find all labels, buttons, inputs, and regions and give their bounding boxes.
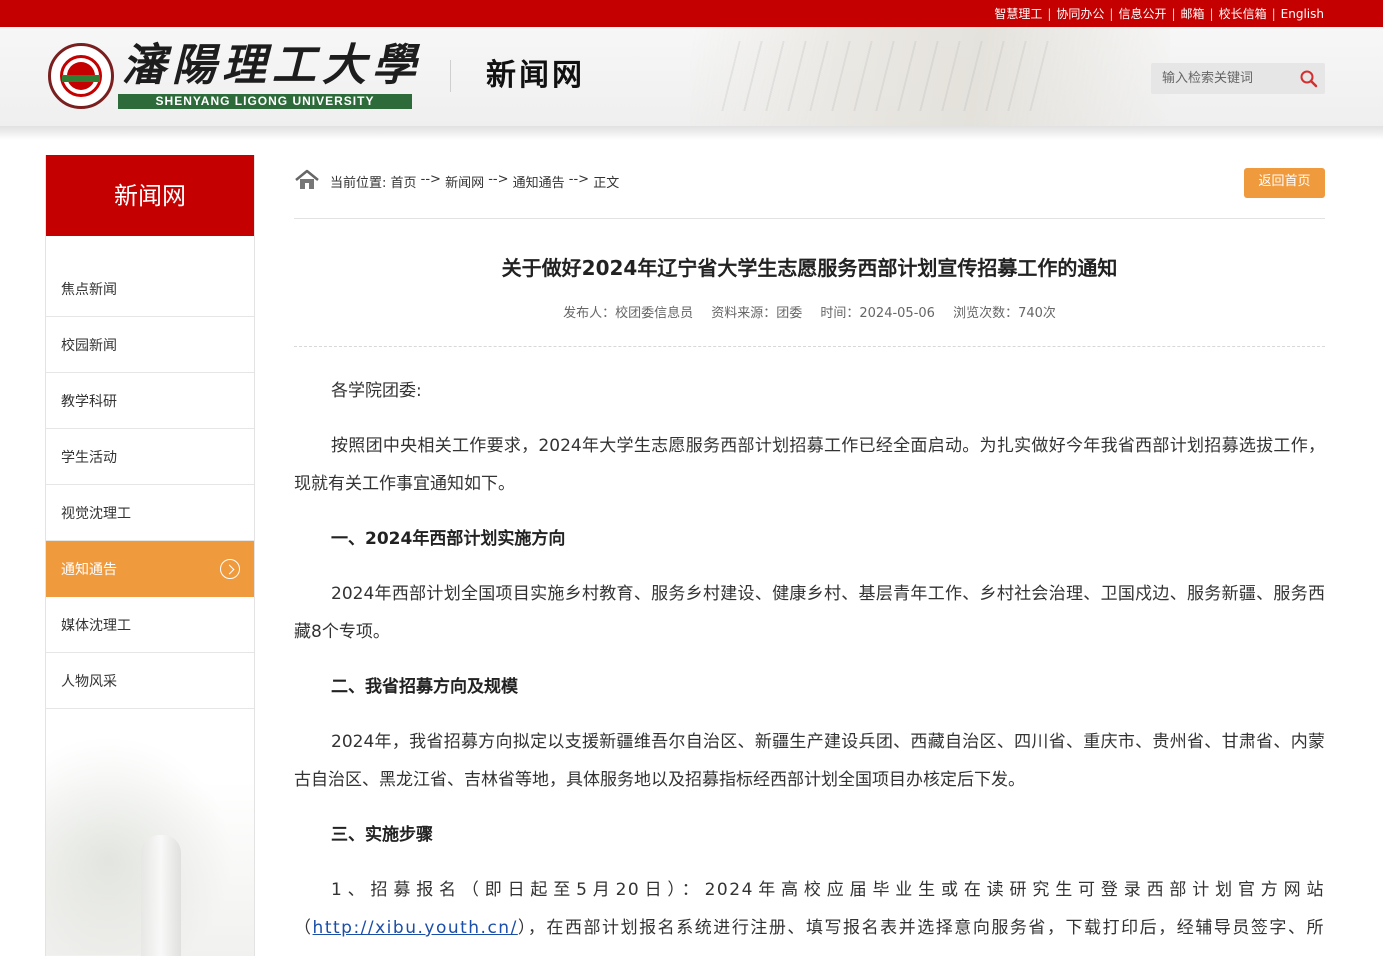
top-link-president-mailbox[interactable]: 校长信箱: [1219, 5, 1267, 22]
top-links: 智慧理工 | 协同办公 | 信息公开 | 邮箱 | 校长信箱 | English: [994, 0, 1324, 27]
sidebar-item-label: 人物风采: [61, 673, 117, 690]
top-link-info[interactable]: 信息公开: [1118, 5, 1166, 22]
sidebar-item-label: 视觉沈理工: [61, 505, 131, 522]
article-paragraph: 2024年西部计划全国项目实施乡村教育、服务乡村建设、健康乡村、基层青年工作、乡…: [294, 584, 1325, 642]
sidebar-item-label: 媒体沈理工: [61, 617, 131, 634]
top-link-separator: |: [1209, 6, 1214, 21]
article-source: 资料来源：团委: [711, 306, 803, 321]
article-salutation: 各学院团委:: [331, 381, 422, 401]
rocket-decor-image: [141, 835, 181, 956]
sidebar-item-label: 通知通告: [61, 561, 117, 578]
site-name[interactable]: 新闻网: [486, 56, 585, 96]
breadcrumb: 当前位置: 首页 --> 新闻网 --> 通知通告 --> 正文: [330, 172, 619, 191]
search-box: [1151, 63, 1325, 94]
sidebar-item-campus-news[interactable]: 校园新闻: [46, 317, 254, 373]
article-heading: 二、我省招募方向及规模: [331, 677, 518, 697]
article-heading: 三、实施步骤: [331, 825, 433, 845]
university-name-cn[interactable]: 瀋陽理工大學: [122, 40, 422, 92]
sidebar-item-people[interactable]: 人物风采: [46, 653, 254, 709]
back-home-button[interactable]: 返回首页: [1244, 168, 1325, 198]
article-paragraph: 2024年，我省招募方向拟定以支援新疆维吾尔自治区、新疆生产建设兵团、西藏自治区…: [294, 732, 1325, 790]
university-name-en[interactable]: SHENYANG LIGONG UNIVERSITY: [118, 94, 412, 109]
top-link-separator: |: [1171, 6, 1176, 21]
breadcrumb-separator: -->: [564, 172, 594, 187]
article-time: 时间：2024-05-06: [820, 306, 935, 321]
sidebar: 新闻网 焦点新闻 校园新闻 教学科研 学生活动 视觉沈理工 通知通告 媒体沈理工…: [45, 155, 255, 956]
article-publisher: 发布人：校团委信息员: [563, 306, 694, 321]
top-link-separator: |: [1047, 6, 1052, 21]
article-body: 各学院团委: 按照团中央相关工作要求，2024年大学生志愿服务西部计划招募工作已…: [294, 372, 1325, 956]
sidebar-item-label: 教学科研: [61, 393, 117, 410]
home-icon: [295, 169, 319, 189]
breadcrumb-home[interactable]: 首页: [391, 172, 417, 191]
article-title: 关于做好2024年辽宁省大学生志愿服务西部计划宣传招募工作的通知: [501, 256, 1118, 280]
university-emblem-icon[interactable]: [48, 43, 114, 109]
top-link-english[interactable]: English: [1281, 7, 1324, 21]
sidebar-item-focus-news[interactable]: 焦点新闻: [46, 261, 254, 317]
header-background-book: [690, 27, 1170, 126]
article-heading: 一、2024年西部计划实施方向: [331, 529, 566, 549]
top-bar: 智慧理工 | 协同办公 | 信息公开 | 邮箱 | 校长信箱 | English: [0, 0, 1383, 27]
breadcrumb-current: 正文: [593, 176, 620, 191]
breadcrumb-notices[interactable]: 通知通告: [513, 172, 565, 191]
breadcrumb-separator: -->: [484, 172, 513, 187]
search-input[interactable]: [1151, 63, 1295, 94]
top-link-separator: |: [1271, 6, 1276, 21]
article-meta: 发布人：校团委信息员 资料来源：团委 时间：2024-05-06 浏览次数：74…: [294, 302, 1325, 321]
sidebar-nav: 焦点新闻 校园新闻 教学科研 学生活动 视觉沈理工 通知通告 媒体沈理工 人物风…: [46, 261, 254, 709]
top-link-separator: |: [1109, 6, 1114, 21]
chevron-right-circle-icon: [220, 559, 240, 579]
top-link-office[interactable]: 协同办公: [1056, 5, 1104, 22]
breadcrumb-news[interactable]: 新闻网: [445, 172, 484, 191]
sidebar-item-notices[interactable]: 通知通告: [46, 541, 254, 597]
sidebar-item-label: 校园新闻: [61, 337, 117, 354]
sidebar-item-visual[interactable]: 视觉沈理工: [46, 485, 254, 541]
breadcrumb-separator: -->: [416, 172, 446, 187]
sidebar-item-student-activities[interactable]: 学生活动: [46, 429, 254, 485]
article-paragraph: 1、招募报名（即日起至5月20日）：2024年高校应届毕业生或在读研究生可登录西…: [294, 871, 1325, 956]
breadcrumb-prefix: 当前位置:: [330, 176, 391, 191]
header-shadow: [0, 126, 1383, 140]
sidebar-item-media[interactable]: 媒体沈理工: [46, 597, 254, 653]
article-paragraph: 按照团中央相关工作要求，2024年大学生志愿服务西部计划招募工作已经全面启动。为…: [294, 436, 1325, 494]
search-icon[interactable]: [1299, 69, 1319, 89]
article-views: 浏览次数：740次: [953, 306, 1056, 321]
breadcrumb-divider: [294, 218, 1325, 219]
sidebar-item-label: 学生活动: [61, 449, 117, 466]
top-link-mail[interactable]: 邮箱: [1181, 5, 1205, 22]
xibu-website-link[interactable]: http://xibu.youth.cn/: [313, 918, 518, 938]
header-divider: [450, 60, 451, 92]
sidebar-title: 新闻网: [46, 155, 254, 236]
article-divider: [294, 346, 1325, 347]
sidebar-item-teaching-research[interactable]: 教学科研: [46, 373, 254, 429]
sidebar-item-label: 焦点新闻: [61, 281, 117, 298]
top-link-smart[interactable]: 智慧理工: [994, 5, 1042, 22]
breadcrumb-row: 当前位置: 首页 --> 新闻网 --> 通知通告 --> 正文 返回首页: [294, 166, 1325, 200]
